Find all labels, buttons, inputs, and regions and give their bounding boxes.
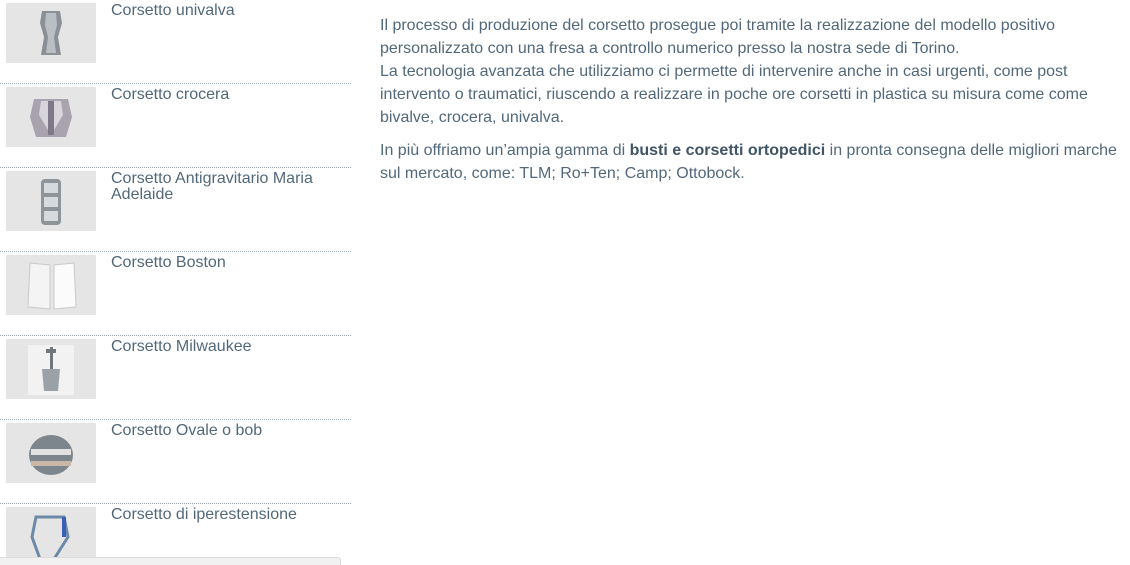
sidebar-item-crocera[interactable]: Corsetto crocera (0, 84, 351, 168)
text-offer-highlight: busti e corsetti ortopedici (629, 142, 826, 159)
sidebar-product-list: Corsetto univalva Corsetto crocera Corse… (0, 0, 351, 565)
text-offer-intro: In più offriamo un’ampia gamma di (380, 142, 630, 159)
text-production-process: Il processo di produzione del corsetto p… (380, 17, 1056, 57)
corset-boston-icon (6, 255, 96, 315)
sidebar-item-label: Corsetto di iperestensione (111, 506, 297, 523)
main-description: Il processo di produzione del corsetto p… (380, 14, 1125, 195)
corset-antigravity-icon (6, 171, 96, 231)
sidebar-item-label: Corsetto crocera (111, 86, 230, 103)
corset-crocera-icon (6, 87, 96, 147)
sidebar-item-label: Corsetto Antigravitario Maria Adelaide (111, 170, 313, 203)
sidebar-item-milwaukee[interactable]: Corsetto Milwaukee (0, 336, 351, 420)
corset-univalve-icon (6, 3, 96, 63)
sidebar-item-label: Corsetto Ovale o bob (111, 422, 263, 439)
corset-milwaukee-icon (6, 339, 96, 399)
paragraph-offer: In più offriamo un’ampia gamma di busti … (380, 139, 1125, 185)
sidebar-item-ovale[interactable]: Corsetto Ovale o bob (0, 420, 351, 504)
paragraph-production: Il processo di produzione del corsetto p… (380, 14, 1125, 129)
sidebar-item-univalva[interactable]: Corsetto univalva (0, 0, 351, 84)
sidebar-item-boston[interactable]: Corsetto Boston (0, 252, 351, 336)
sidebar-item-label: Corsetto univalva (111, 2, 235, 19)
horizontal-scrollbar[interactable] (0, 557, 341, 565)
corset-oval-icon (6, 423, 96, 483)
sidebar-item-iperestensione[interactable]: Corsetto di iperestensione (0, 504, 351, 565)
sidebar-item-label: Corsetto Milwaukee (111, 338, 252, 355)
text-technology: La tecnologia avanzata che utilizziamo c… (380, 63, 1088, 126)
sidebar-item-label: Corsetto Boston (111, 254, 226, 271)
sidebar-item-antigravitario[interactable]: Corsetto Antigravitario Maria Adelaide (0, 168, 351, 252)
